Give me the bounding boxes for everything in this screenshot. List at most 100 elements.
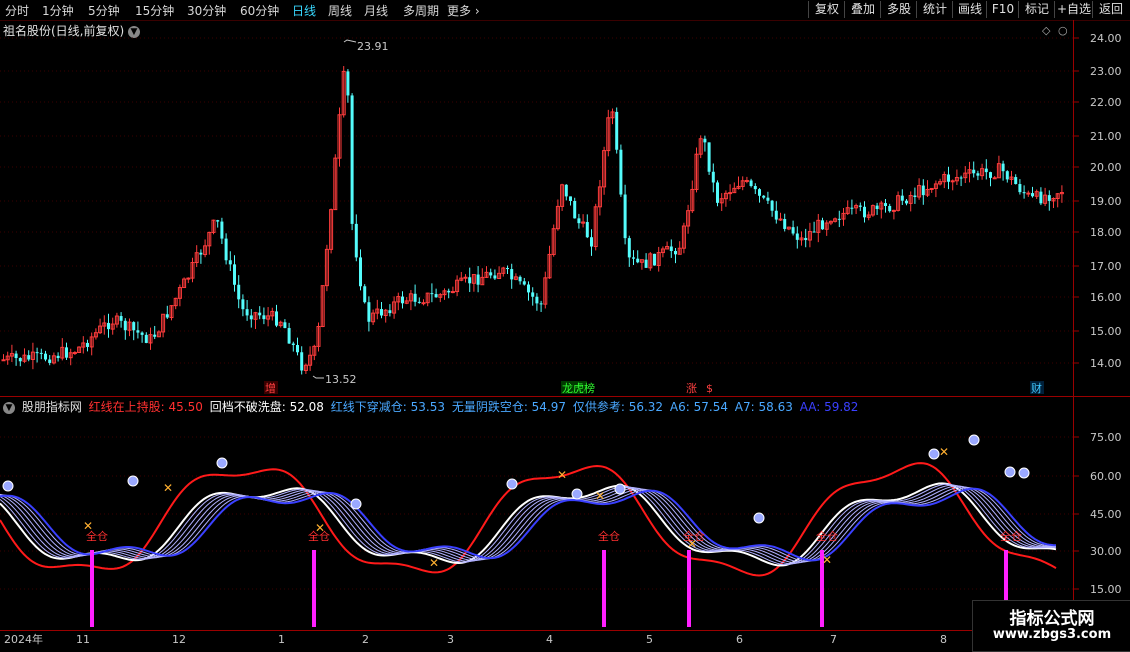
candle-body xyxy=(56,355,60,359)
period-tab-multi[interactable]: 多周期 xyxy=(403,2,439,19)
signal-bar xyxy=(312,550,316,627)
period-tab-1min[interactable]: 1分钟 xyxy=(42,2,74,19)
time-label: 5 xyxy=(646,633,653,646)
draw-line-button[interactable]: 画线 xyxy=(952,1,987,18)
candle-body xyxy=(921,185,925,196)
cross-icon: ✕ xyxy=(163,481,173,495)
time-label: 2 xyxy=(362,633,369,646)
time-label: 2024年 xyxy=(4,632,43,646)
f10-button[interactable]: F10 xyxy=(986,1,1019,18)
candle-body xyxy=(590,237,593,247)
period-tab-more[interactable]: 更多 › xyxy=(447,2,480,19)
candle-body xyxy=(1047,195,1051,201)
circle-icon[interactable]: ○ xyxy=(1058,24,1068,37)
period-tab-monthly[interactable]: 月线 xyxy=(364,2,388,19)
candle-body xyxy=(758,189,761,196)
candle-body xyxy=(434,294,438,298)
candle-body xyxy=(884,203,887,206)
indicator-name[interactable]: 股朋指标网 xyxy=(22,400,82,414)
candle-body xyxy=(749,180,753,186)
shield-icon xyxy=(350,498,362,510)
candle-body xyxy=(875,205,879,210)
candle-body xyxy=(535,296,539,304)
candle-body xyxy=(573,200,577,219)
candle-body xyxy=(1031,193,1034,197)
period-tab-5min[interactable]: 5分钟 xyxy=(88,2,120,19)
marker-dividend[interactable]: $ xyxy=(706,382,713,395)
stats-button[interactable]: 统计 xyxy=(916,1,953,18)
candle-body xyxy=(132,322,136,331)
signal-label: 全仓 xyxy=(598,529,620,543)
back-button[interactable]: 返回 xyxy=(1092,1,1129,18)
candle-body xyxy=(220,221,224,239)
candle-body xyxy=(703,138,707,143)
marker-increase[interactable]: 增 xyxy=(265,381,276,395)
cross-icon: ✕ xyxy=(822,553,832,567)
time-label: 11 xyxy=(76,633,90,646)
candle-body xyxy=(812,231,816,233)
candle-body xyxy=(35,352,39,354)
add-watchlist-button[interactable]: +自选 xyxy=(1054,1,1093,18)
candle-body xyxy=(950,180,955,183)
multi-stock-button[interactable]: 多股 xyxy=(880,1,917,18)
mark-button[interactable]: 标记 xyxy=(1018,1,1055,18)
candle-body xyxy=(463,276,468,279)
candle-body xyxy=(539,303,543,305)
diamond-icon[interactable]: ◇ xyxy=(1042,24,1051,37)
time-axis: 2024年 11 12 1 2 3 4 5 6 7 8 xyxy=(4,632,947,646)
indicator-signal-bars: 全仓 全仓 全仓 全仓 全仓 全仓 xyxy=(86,529,1022,627)
candle-body xyxy=(388,310,392,314)
candle-body xyxy=(518,276,522,282)
candle-body xyxy=(837,218,841,220)
marker-limit-up[interactable]: 涨 xyxy=(686,382,697,395)
marker-financial[interactable]: 财 xyxy=(1031,381,1042,395)
candle-body xyxy=(44,353,47,360)
candle-body xyxy=(237,284,241,300)
candle-body xyxy=(1005,171,1009,180)
time-label: 1 xyxy=(278,633,285,646)
price-tick: 19.00 xyxy=(1090,195,1122,208)
adjust-button[interactable]: 复权 xyxy=(808,1,845,18)
time-label: 8 xyxy=(940,633,947,646)
high-annotation: 23.91 xyxy=(343,39,389,53)
price-tick: 24.00 xyxy=(1090,32,1122,45)
candle-body xyxy=(585,222,589,238)
candle-body xyxy=(947,174,950,182)
legend-red-line: 红线在上持股: 45.50 xyxy=(88,400,203,414)
time-label: 7 xyxy=(830,633,837,646)
candle-body xyxy=(992,177,997,180)
legend-reference: 仅供参考: 56.32 xyxy=(572,400,664,414)
time-label: 6 xyxy=(736,633,743,646)
period-tab-60min[interactable]: 60分钟 xyxy=(240,2,279,19)
overlay-button[interactable]: 叠加 xyxy=(844,1,881,18)
indicator-signal-icons: ✕ ✕ ✕ ✕ ✕ ✕ ✕ ✕ ✕ xyxy=(2,434,1030,570)
candle-body xyxy=(417,301,421,303)
marker-dragon-tiger[interactable]: 龙虎榜 xyxy=(562,381,595,395)
period-tab-15min[interactable]: 15分钟 xyxy=(135,2,174,19)
candle-body xyxy=(430,293,434,295)
period-tab-daily[interactable]: 日线 xyxy=(292,2,316,19)
candle-body xyxy=(249,315,253,320)
candle-body xyxy=(300,352,304,371)
candle-body xyxy=(900,195,904,201)
candle-body xyxy=(728,192,733,195)
candle-body xyxy=(766,197,770,201)
time-label: 4 xyxy=(546,633,553,646)
candle-body xyxy=(972,169,976,174)
period-tab-30min[interactable]: 30分钟 xyxy=(187,2,226,19)
chevron-down-icon[interactable]: ▼ xyxy=(3,401,15,414)
period-tab-intraday[interactable]: 分时 xyxy=(5,2,29,19)
legend-red-cross: 红线下穿减仓: 53.53 xyxy=(330,400,445,414)
cross-icon: ✕ xyxy=(83,519,93,533)
candle-body xyxy=(144,334,148,343)
legend-aa: AA: 59.82 xyxy=(799,400,859,414)
candle-body xyxy=(86,342,89,347)
candle-body xyxy=(619,149,623,195)
cross-icon: ✕ xyxy=(429,556,439,570)
candle-body xyxy=(27,355,31,360)
signal-label: 全仓 xyxy=(1000,529,1022,543)
more-label: 更多 xyxy=(447,4,472,18)
period-tab-weekly[interactable]: 周线 xyxy=(328,2,352,19)
price-tick: 16.00 xyxy=(1090,291,1122,304)
candle-body xyxy=(632,257,635,259)
